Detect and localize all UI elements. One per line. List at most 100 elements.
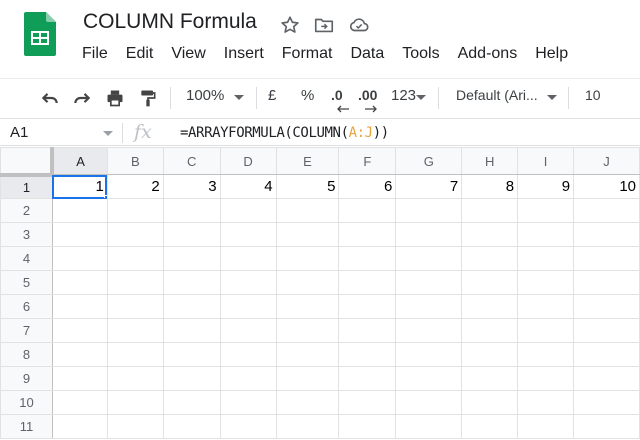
cell-d2[interactable] bbox=[219, 198, 277, 223]
row-header-9[interactable]: 9 bbox=[0, 366, 53, 391]
move-to-folder-icon[interactable] bbox=[313, 14, 335, 36]
cell-f5[interactable] bbox=[338, 270, 397, 295]
cell-e1[interactable]: 5 bbox=[275, 174, 340, 199]
cell-b3[interactable] bbox=[106, 222, 164, 247]
cell-i6[interactable] bbox=[517, 294, 575, 319]
cell-h11[interactable] bbox=[461, 414, 519, 439]
row-header-5[interactable]: 5 bbox=[0, 270, 53, 295]
menu-insert[interactable]: Insert bbox=[224, 45, 264, 67]
cell-i3[interactable] bbox=[517, 222, 575, 247]
cell-c6[interactable] bbox=[162, 294, 221, 319]
cell-h3[interactable] bbox=[461, 222, 519, 247]
row-header-3[interactable]: 3 bbox=[0, 222, 53, 247]
name-box[interactable]: A1 bbox=[10, 124, 28, 141]
increase-decimal-button[interactable]: .00 bbox=[358, 87, 377, 103]
cell-e3[interactable] bbox=[275, 222, 340, 247]
cell-d10[interactable] bbox=[219, 390, 277, 415]
column-header-g[interactable]: G bbox=[395, 147, 463, 175]
cell-c7[interactable] bbox=[162, 318, 221, 343]
cell-j3[interactable] bbox=[573, 222, 640, 247]
cell-b7[interactable] bbox=[106, 318, 164, 343]
cell-i11[interactable] bbox=[517, 414, 575, 439]
cell-d7[interactable] bbox=[219, 318, 277, 343]
cell-e8[interactable] bbox=[275, 342, 340, 367]
cell-e5[interactable] bbox=[275, 270, 340, 295]
fill-handle[interactable] bbox=[103, 195, 107, 198]
cell-j2[interactable] bbox=[573, 198, 640, 223]
cell-j9[interactable] bbox=[573, 366, 640, 391]
cell-e2[interactable] bbox=[275, 198, 340, 223]
paint-format-icon[interactable] bbox=[138, 88, 158, 108]
cell-a1[interactable]: 1 bbox=[51, 174, 108, 199]
cell-j6[interactable] bbox=[573, 294, 640, 319]
column-header-c[interactable]: C bbox=[162, 147, 221, 175]
cell-h8[interactable] bbox=[461, 342, 519, 367]
menu-tools[interactable]: Tools bbox=[402, 45, 439, 67]
cell-a8[interactable] bbox=[51, 342, 108, 367]
undo-icon[interactable] bbox=[40, 88, 60, 108]
cell-h6[interactable] bbox=[461, 294, 519, 319]
cell-b6[interactable] bbox=[106, 294, 164, 319]
row-header-11[interactable]: 11 bbox=[0, 414, 53, 439]
cell-j1[interactable]: 10 bbox=[573, 174, 640, 199]
format-percent-button[interactable]: % bbox=[301, 87, 314, 104]
cell-f11[interactable] bbox=[338, 414, 397, 439]
cell-d6[interactable] bbox=[219, 294, 277, 319]
cell-f10[interactable] bbox=[338, 390, 397, 415]
cell-c11[interactable] bbox=[162, 414, 221, 439]
cell-g3[interactable] bbox=[395, 222, 463, 247]
cell-d9[interactable] bbox=[219, 366, 277, 391]
cloud-saved-icon[interactable] bbox=[348, 14, 370, 36]
cell-g4[interactable] bbox=[395, 246, 463, 271]
cell-i9[interactable] bbox=[517, 366, 575, 391]
cell-a4[interactable] bbox=[51, 246, 108, 271]
cell-b10[interactable] bbox=[106, 390, 164, 415]
cell-b2[interactable] bbox=[106, 198, 164, 223]
cell-i8[interactable] bbox=[517, 342, 575, 367]
cell-a10[interactable] bbox=[51, 390, 108, 415]
cell-h2[interactable] bbox=[461, 198, 519, 223]
cell-f1[interactable]: 6 bbox=[338, 174, 397, 199]
cell-g2[interactable] bbox=[395, 198, 463, 223]
cell-g8[interactable] bbox=[395, 342, 463, 367]
cell-h4[interactable] bbox=[461, 246, 519, 271]
cell-a5[interactable] bbox=[51, 270, 108, 295]
cell-a11[interactable] bbox=[51, 414, 108, 439]
cell-h5[interactable] bbox=[461, 270, 519, 295]
row-header-8[interactable]: 8 bbox=[0, 342, 53, 367]
cell-f3[interactable] bbox=[338, 222, 397, 247]
cell-g9[interactable] bbox=[395, 366, 463, 391]
cell-c1[interactable]: 3 bbox=[162, 174, 221, 199]
cell-b8[interactable] bbox=[106, 342, 164, 367]
cell-f9[interactable] bbox=[338, 366, 397, 391]
row-header-6[interactable]: 6 bbox=[0, 294, 53, 319]
cell-c5[interactable] bbox=[162, 270, 221, 295]
cell-g5[interactable] bbox=[395, 270, 463, 295]
cell-a6[interactable] bbox=[51, 294, 108, 319]
cell-d11[interactable] bbox=[219, 414, 277, 439]
cell-i4[interactable] bbox=[517, 246, 575, 271]
row-header-10[interactable]: 10 bbox=[0, 390, 53, 415]
cell-b5[interactable] bbox=[106, 270, 164, 295]
cell-h1[interactable]: 8 bbox=[461, 174, 519, 199]
cell-j4[interactable] bbox=[573, 246, 640, 271]
cell-g7[interactable] bbox=[395, 318, 463, 343]
zoom-select[interactable]: 100% bbox=[186, 87, 224, 104]
column-header-j[interactable]: J bbox=[573, 147, 640, 175]
column-header-i[interactable]: I bbox=[517, 147, 575, 175]
cell-c2[interactable] bbox=[162, 198, 221, 223]
cell-d1[interactable]: 4 bbox=[219, 174, 277, 199]
cell-a3[interactable] bbox=[51, 222, 108, 247]
cell-b9[interactable] bbox=[106, 366, 164, 391]
cell-b4[interactable] bbox=[106, 246, 164, 271]
menu-view[interactable]: View bbox=[171, 45, 205, 67]
cell-d4[interactable] bbox=[219, 246, 277, 271]
cell-j5[interactable] bbox=[573, 270, 640, 295]
cell-b11[interactable] bbox=[106, 414, 164, 439]
cell-b1[interactable]: 2 bbox=[106, 174, 164, 199]
column-header-b[interactable]: B bbox=[106, 147, 164, 175]
cell-j8[interactable] bbox=[573, 342, 640, 367]
row-header-1[interactable]: 1 bbox=[0, 174, 53, 199]
cell-i2[interactable] bbox=[517, 198, 575, 223]
formula-input[interactable]: =ARRAYFORMULA(COLUMN(A:J)) bbox=[180, 125, 389, 141]
